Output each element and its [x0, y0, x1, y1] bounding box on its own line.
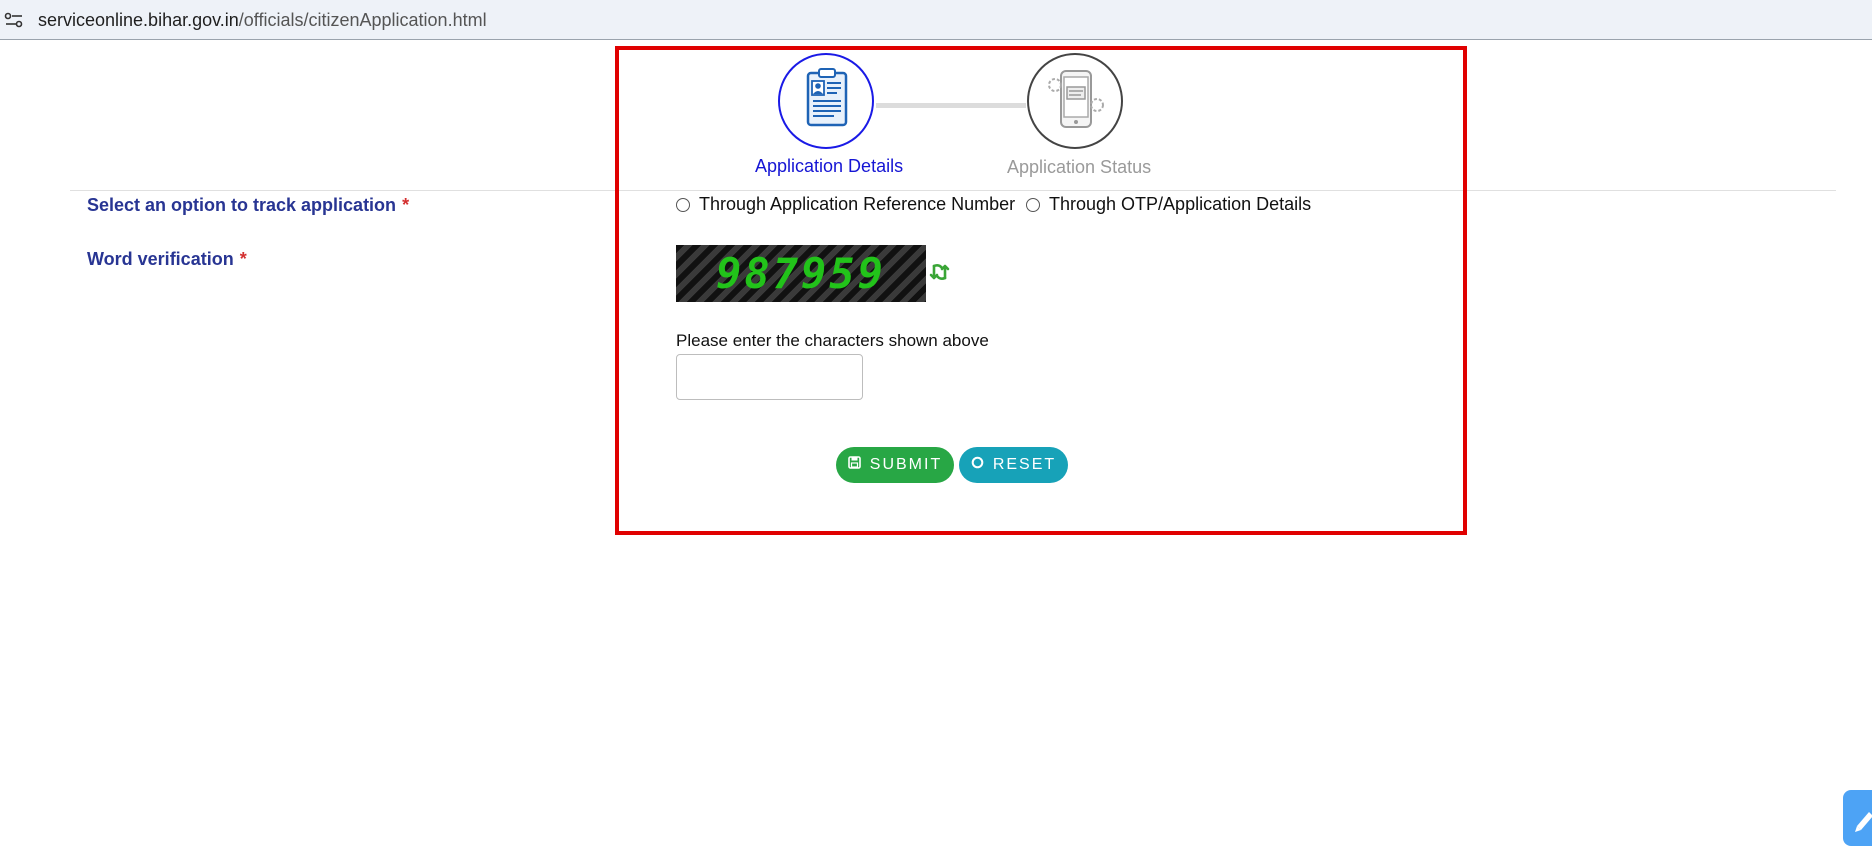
radio-otp-details[interactable]: Through OTP/Application Details [1026, 194, 1311, 215]
pencil-icon [1855, 812, 1872, 832]
url-path: /officials/citizenApplication.html [238, 10, 487, 30]
radio-otp-details-label[interactable]: Through OTP/Application Details [1049, 194, 1311, 215]
submit-button-label: SUBMIT [869, 456, 943, 473]
radio-button[interactable] [676, 197, 690, 212]
captcha-text: 987959 [716, 249, 886, 298]
captcha-input[interactable] [676, 354, 863, 400]
radio-button[interactable] [1026, 197, 1040, 212]
refresh-captcha-icon[interactable] [929, 260, 951, 284]
word-verification-label-text: Word verification [87, 249, 234, 269]
stepper-connector [876, 103, 1026, 108]
clipboard-document-icon [806, 68, 848, 127]
reset-button-label: RESET [992, 456, 1057, 473]
url-domain: serviceonline.bihar.gov.in [38, 10, 239, 30]
step-application-details[interactable] [778, 53, 874, 149]
floating-widget-button[interactable] [1843, 790, 1872, 846]
mobile-status-icon [1048, 70, 1104, 128]
step-label-application-details[interactable]: Application Details [755, 156, 903, 177]
save-icon [847, 456, 861, 474]
captcha-hint: Please enter the characters shown above [676, 331, 989, 350]
required-asterisk: * [402, 195, 410, 215]
url-text[interactable]: serviceonline.bihar.gov.in/officials/cit… [38, 10, 487, 31]
track-option-label: Select an option to track application * [87, 195, 409, 216]
captcha-image: 987959 [676, 245, 926, 302]
application-stepper: Application Details Application Status [0, 52, 1872, 192]
reset-button[interactable]: RESET [959, 447, 1068, 483]
radio-reference-number-label[interactable]: Through Application Reference Number [699, 194, 1015, 215]
browser-address-bar: serviceonline.bihar.gov.in/officials/cit… [0, 0, 1872, 40]
required-asterisk: * [239, 249, 247, 269]
section-divider [70, 190, 1836, 191]
submit-button[interactable]: SUBMIT [836, 447, 954, 483]
reset-circle-icon [971, 456, 984, 474]
step-application-status[interactable] [1027, 53, 1123, 149]
step-label-application-status[interactable]: Application Status [1007, 157, 1151, 178]
word-verification-label: Word verification * [87, 249, 247, 270]
track-option-label-text: Select an option to track application [87, 195, 397, 215]
radio-reference-number[interactable]: Through Application Reference Number [676, 194, 1015, 215]
site-settings-icon[interactable] [4, 11, 24, 29]
